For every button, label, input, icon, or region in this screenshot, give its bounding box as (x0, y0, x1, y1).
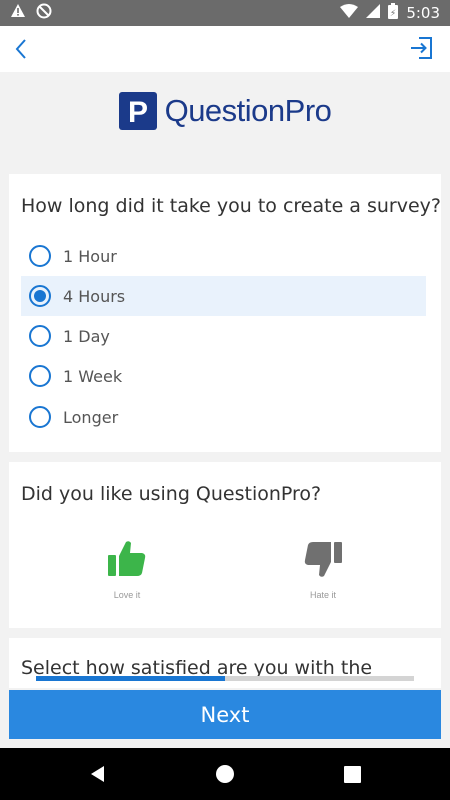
logo-mark-icon: P (118, 92, 157, 130)
wifi-icon (340, 4, 359, 22)
option-1-week[interactable]: 1 Week (21, 356, 426, 396)
thumbs-up-icon (108, 541, 146, 576)
radio-dot (34, 290, 46, 302)
option-label: Longer (63, 407, 119, 427)
radio-button[interactable] (29, 325, 51, 347)
system-nav-bar (0, 748, 450, 800)
thumbs-up-label: Love it (113, 590, 141, 600)
app-bar (0, 26, 450, 72)
status-time: 5:03 (406, 4, 440, 22)
thumbs-down-icon (304, 542, 342, 577)
next-button[interactable]: Next (9, 690, 441, 739)
option-4-hours[interactable]: 4 Hours (21, 276, 426, 316)
question-text: Did you like using QuestionPro? (21, 483, 322, 505)
back-button[interactable] (8, 36, 34, 62)
status-right: ⚡ 5:03 (340, 3, 440, 23)
battery-charging-glyph: ⚡ (390, 9, 396, 19)
status-bar: ⚡ 5:03 (0, 0, 450, 26)
question-text: How long did it take you to create a sur… (21, 195, 442, 217)
no-sync-icon (36, 3, 52, 24)
triangle-back-icon (91, 766, 104, 782)
warning-icon (10, 3, 26, 23)
option-label: 1 Day (63, 326, 110, 346)
option-label: 1 Week (63, 366, 123, 386)
radio-button-selected[interactable] (29, 285, 51, 307)
thumbs-up-button[interactable]: Love it (92, 540, 162, 600)
option-label: 4 Hours (63, 286, 126, 306)
logo-letter: P (128, 96, 148, 129)
radio-button[interactable] (29, 365, 51, 387)
progress-fill (36, 676, 225, 681)
battery-icon: ⚡ (388, 3, 399, 23)
question-card-like: Did you like using QuestionPro? Love it … (9, 462, 441, 628)
chevron-left-icon (15, 39, 26, 59)
option-label: 1 Hour (63, 246, 117, 266)
nav-home-button[interactable] (215, 764, 235, 784)
nav-recents-button[interactable] (342, 764, 362, 784)
radio-button[interactable] (29, 245, 51, 267)
circle-home-icon (216, 765, 234, 783)
square-recents-icon (343, 765, 361, 783)
option-longer[interactable]: Longer (21, 397, 426, 437)
thumbs-down-label: Hate it (309, 590, 336, 600)
progress-bar (36, 676, 414, 681)
option-1-hour[interactable]: 1 Hour (21, 236, 426, 276)
brand-logo: P QuestionPro (0, 92, 450, 130)
thumbs-down-button[interactable]: Hate it (288, 540, 358, 600)
exit-button[interactable] (410, 36, 436, 62)
exit-icon (411, 37, 432, 59)
question-card-duration: How long did it take you to create a sur… (9, 174, 441, 452)
nav-back-button[interactable] (88, 764, 108, 784)
option-1-day[interactable]: 1 Day (21, 316, 426, 356)
status-left (10, 3, 52, 24)
signal-icon (366, 4, 381, 22)
radio-button[interactable] (29, 406, 51, 428)
brand-name: QuestionPro (164, 93, 332, 128)
